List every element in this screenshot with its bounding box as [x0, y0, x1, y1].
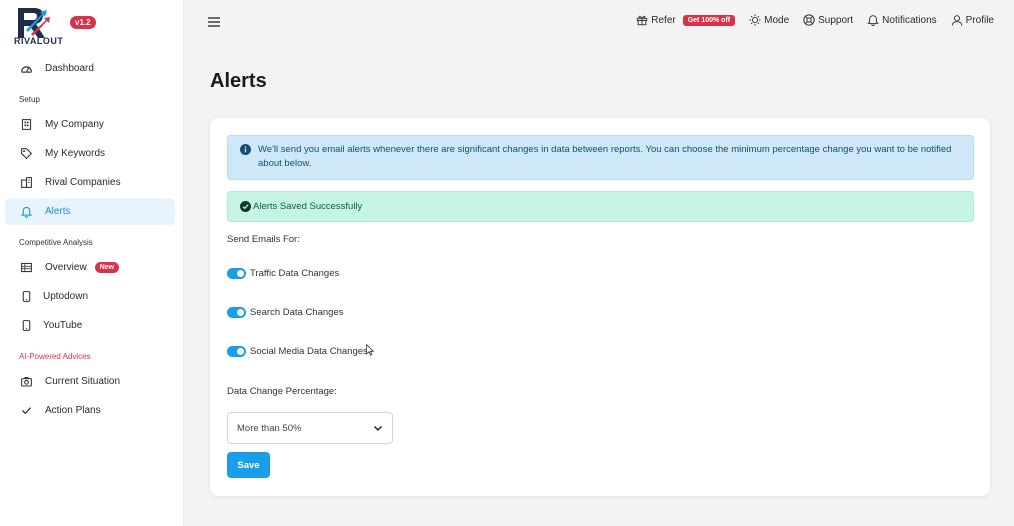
sidebar-item-label: Overview: [45, 262, 87, 273]
sidebar-item-label: My Keywords: [45, 148, 106, 159]
support-link[interactable]: Support: [803, 14, 853, 26]
check-circle-icon: [240, 201, 251, 212]
hamburger-menu-icon[interactable]: [208, 16, 220, 28]
sidebar-item-current-situation[interactable]: Current Situation: [5, 368, 175, 395]
sidebar-item-label: Action Plans: [45, 405, 101, 416]
refer-link[interactable]: Refer Get 100% off: [636, 14, 736, 26]
percentage-label: Data Change Percentage:: [227, 386, 337, 397]
new-badge: New: [94, 262, 120, 273]
sidebar-item-label: Dashboard: [45, 63, 94, 74]
sidebar: RIVALOUT v1.2 Dashboard Setup My Company…: [0, 0, 184, 526]
mobile-icon: [19, 319, 33, 333]
page-title: Alerts: [210, 70, 267, 92]
brand-name: RIVALOUT: [14, 36, 64, 46]
alerts-card: We'll send you email alerts whenever the…: [210, 118, 990, 496]
traffic-toggle[interactable]: [227, 268, 246, 279]
info-text: We'll send you email alerts whenever the…: [258, 144, 952, 169]
info-icon: [240, 144, 251, 155]
toggle-row-social-media: Social Media Data Changes: [227, 346, 368, 357]
sidebar-item-uptodown[interactable]: Uptodown: [5, 283, 175, 310]
table-icon: [19, 261, 33, 275]
sidebar-item-label: My Company: [45, 119, 104, 130]
info-alert: We'll send you email alerts whenever the…: [227, 135, 974, 180]
dashboard-icon: [19, 62, 33, 76]
bell-icon: [867, 15, 880, 26]
sidebar-item-label: Alerts: [45, 206, 71, 217]
sidebar-item-rival-companies[interactable]: Rival Companies: [5, 169, 175, 196]
toggle-row-search: Search Data Changes: [227, 307, 343, 318]
city-icon: [19, 176, 33, 190]
notifications-link[interactable]: Notifications: [867, 14, 937, 26]
success-alert: Alerts Saved Successfully: [227, 191, 974, 222]
sidebar-item-label: Current Situation: [45, 376, 121, 387]
building-icon: [19, 118, 33, 132]
sidebar-item-my-company[interactable]: My Company: [5, 111, 175, 138]
topbar: Refer Get 100% off Mode Support Notifica…: [184, 0, 1014, 44]
success-text: Alerts Saved Successfully: [253, 201, 363, 212]
toggle-row-traffic: Traffic Data Changes: [227, 268, 339, 279]
toggle-label: Social Media Data Changes: [250, 346, 368, 357]
sidebar-item-youtube[interactable]: YouTube: [5, 312, 175, 339]
percentage-select[interactable]: More than 50%: [227, 412, 393, 444]
select-value: More than 50%: [237, 422, 302, 434]
camera-icon: [19, 375, 33, 389]
bell-icon: [19, 205, 33, 219]
lifebuoy-icon: [803, 14, 815, 26]
social-media-toggle[interactable]: [227, 346, 246, 357]
profile-link[interactable]: Profile: [951, 14, 994, 26]
sidebar-item-dashboard[interactable]: Dashboard: [5, 55, 175, 82]
save-button[interactable]: Save: [227, 452, 270, 478]
sun-icon: [749, 14, 761, 26]
sidebar-item-label: YouTube: [43, 320, 83, 331]
check-icon: [19, 404, 33, 418]
version-badge: v1.2: [70, 16, 96, 29]
refer-label: Refer: [651, 14, 676, 26]
tag-icon: [19, 147, 33, 161]
search-toggle[interactable]: [227, 307, 246, 318]
toggle-label: Traffic Data Changes: [250, 268, 340, 279]
sidebar-item-alerts[interactable]: Alerts: [5, 198, 175, 225]
mobile-icon: [19, 290, 33, 304]
send-emails-label: Send Emails For:: [227, 234, 300, 245]
mode-toggle[interactable]: Mode: [749, 14, 789, 26]
toggle-label: Search Data Changes: [250, 307, 344, 318]
refer-discount-badge: Get 100% off: [682, 14, 736, 26]
section-competitive-analysis: Competitive Analysis: [19, 238, 93, 247]
support-label: Support: [818, 14, 854, 26]
mouse-cursor-icon: [366, 344, 374, 356]
sidebar-item-overview[interactable]: Overview New: [5, 254, 175, 281]
user-icon: [951, 15, 962, 26]
chevron-down-icon: [373, 425, 383, 432]
profile-label: Profile: [965, 14, 994, 26]
mode-label: Mode: [764, 14, 790, 26]
gift-icon: [637, 15, 648, 26]
section-ai-powered-advices: AI-Powered Advices: [19, 352, 91, 361]
section-setup: Setup: [19, 95, 40, 104]
sidebar-item-label: Rival Companies: [45, 177, 121, 188]
sidebar-item-action-plans[interactable]: Action Plans: [5, 397, 175, 424]
sidebar-item-my-keywords[interactable]: My Keywords: [5, 140, 175, 167]
notifications-label: Notifications: [882, 14, 937, 26]
sidebar-item-label: Uptodown: [43, 291, 89, 302]
